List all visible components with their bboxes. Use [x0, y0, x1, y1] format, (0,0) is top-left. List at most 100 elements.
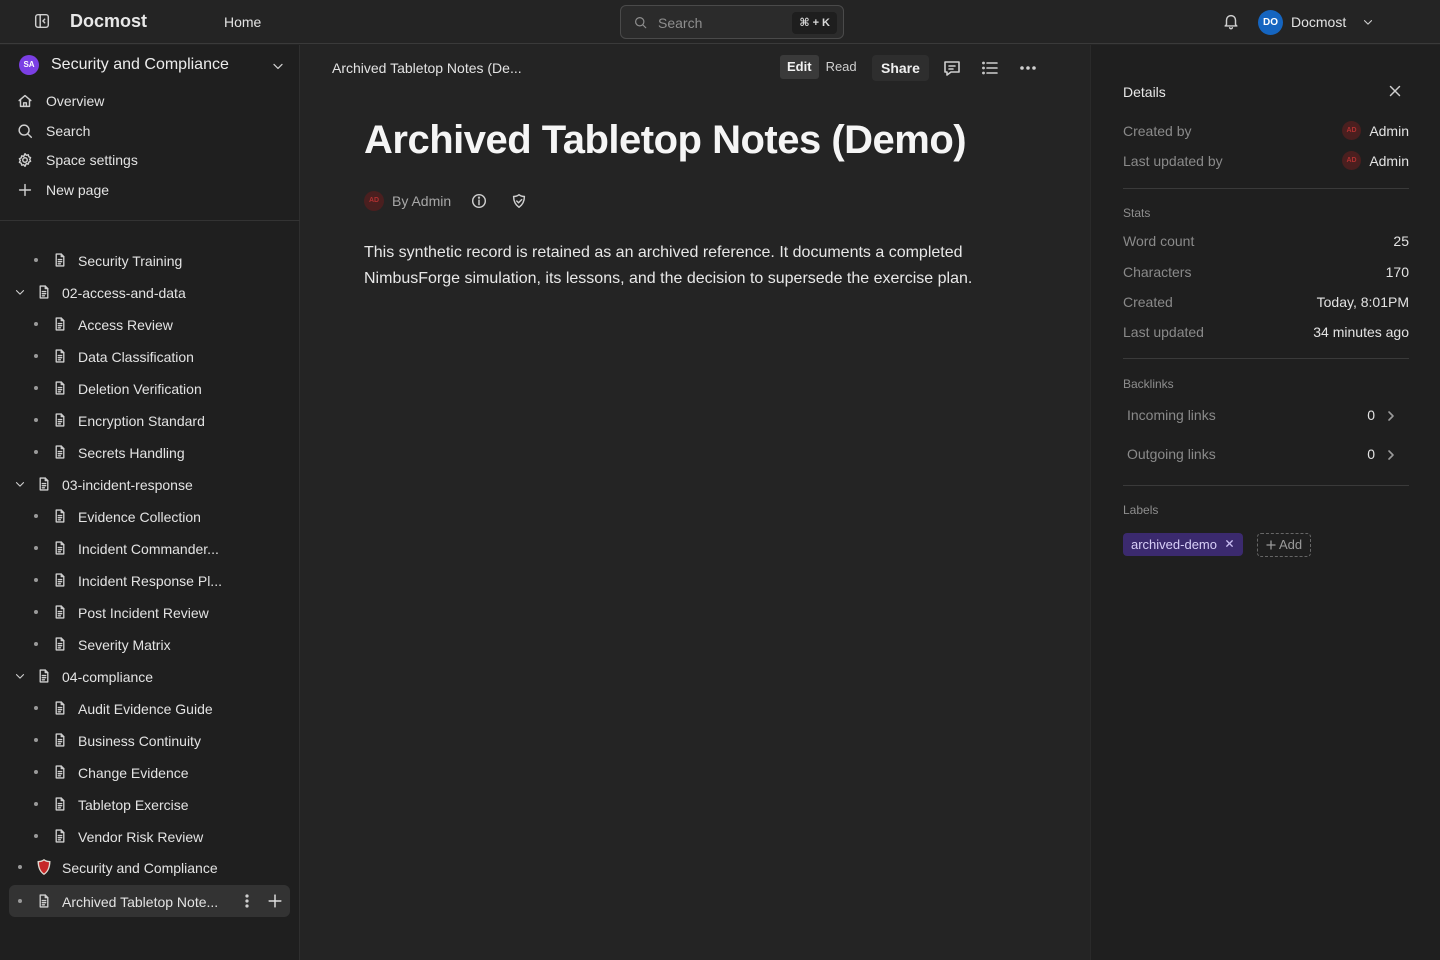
document-icon — [55, 573, 65, 587]
tree-item[interactable]: Business Continuity — [0, 725, 300, 755]
tree-bullet — [34, 770, 38, 774]
more-options-icon[interactable] — [1018, 58, 1038, 78]
tree-item[interactable]: Data Classification — [0, 341, 300, 371]
updated-by-label: Last updated by — [1123, 153, 1223, 169]
chevron-right-icon — [1388, 450, 1394, 460]
sidebar-item-search[interactable]: Search — [0, 117, 300, 145]
user-avatar[interactable]: DO — [1258, 10, 1283, 35]
tree-bullet — [34, 322, 38, 326]
tree-bullet — [34, 610, 38, 614]
tree-item[interactable]: Evidence Collection — [0, 501, 300, 531]
space-name: Security and Compliance — [51, 56, 229, 73]
page-menu-icon[interactable] — [238, 892, 256, 910]
chevron-down-icon[interactable] — [13, 669, 27, 683]
page-body[interactable]: This synthetic record is retained as an … — [364, 240, 1014, 292]
created-by-row: Created by AD Admin — [1123, 121, 1409, 141]
tree-bullet — [34, 514, 38, 518]
tree-item[interactable]: Encryption Standard — [0, 405, 300, 435]
tree-item-label: Post Incident Review — [78, 605, 209, 621]
tree-item-label: Evidence Collection — [78, 509, 201, 525]
space-switcher[interactable]: SA Security and Compliance — [0, 45, 300, 85]
shield-icon[interactable] — [510, 192, 528, 210]
sidebar: SA Security and Compliance Overview Sear… — [0, 45, 300, 960]
search-input[interactable]: Search ⌘ + K — [620, 5, 844, 39]
tree-item[interactable]: Tabletop Exercise — [0, 789, 300, 819]
tree-bullet — [34, 386, 38, 390]
document-icon — [55, 605, 65, 619]
tree-item-label: Business Continuity — [78, 733, 201, 749]
characters-row: Characters 170 — [1123, 262, 1409, 282]
tree-item[interactable]: Vendor Risk Review — [0, 821, 300, 851]
tree-item-label: 03-incident-response — [62, 477, 193, 493]
edit-mode-button[interactable]: Edit — [780, 55, 819, 79]
chevron-down-icon[interactable] — [1361, 15, 1375, 29]
tree-item[interactable]: Post Incident Review — [0, 597, 300, 627]
tree-item-label: Vendor Risk Review — [78, 829, 204, 845]
tree-item[interactable]: Incident Response Pl... — [0, 565, 300, 595]
document-icon — [39, 669, 49, 683]
sidebar-toggle-icon[interactable] — [33, 12, 51, 30]
chevron-down-icon[interactable] — [13, 477, 27, 491]
mode-toggle: Edit Read — [780, 55, 864, 81]
tree-item-label: Change Evidence — [78, 765, 189, 781]
read-mode-button[interactable]: Read — [819, 55, 864, 79]
outgoing-links-label: Outgoing links — [1127, 446, 1216, 462]
created-row: Created Today, 8:01PM — [1123, 292, 1409, 312]
tree-item[interactable]: Security and Compliance — [0, 852, 300, 882]
page-title[interactable]: Archived Tabletop Notes (Demo) — [364, 118, 967, 163]
created-value: Today, 8:01PM — [1316, 294, 1409, 310]
chevron-down-icon — [273, 63, 283, 70]
tree-item[interactable]: Change Evidence — [0, 757, 300, 787]
document-icon — [55, 733, 65, 747]
stats-heading: Stats — [1123, 206, 1151, 220]
tree-bullet — [18, 865, 22, 869]
remove-label-icon[interactable] — [1224, 538, 1235, 549]
tree-item-label: Security Training — [78, 253, 183, 269]
table-of-contents-icon[interactable] — [980, 58, 1000, 78]
user-menu-name[interactable]: Docmost — [1291, 14, 1346, 30]
search-icon — [18, 124, 33, 139]
sidebar-item-space-settings[interactable]: Space settings — [0, 146, 300, 174]
close-icon[interactable] — [1386, 82, 1404, 100]
info-icon[interactable] — [470, 192, 488, 210]
tree-item[interactable]: Secrets Handling — [0, 437, 300, 467]
home-link[interactable]: Home — [224, 14, 261, 30]
tree-item[interactable]: Deletion Verification — [0, 373, 300, 403]
tree-item-label: Security and Compliance — [62, 860, 218, 876]
tree-item[interactable]: Access Review — [0, 309, 300, 339]
document-icon — [55, 509, 65, 523]
label-chip[interactable]: archived-demo — [1123, 533, 1243, 556]
tree-item[interactable]: Security Training — [0, 245, 300, 275]
tree-item-label: Secrets Handling — [78, 445, 185, 461]
tree-item[interactable]: Incident Commander... — [0, 533, 300, 563]
top-bar: Docmost Home Search ⌘ + K DO Docmost — [0, 0, 1440, 44]
breadcrumb[interactable]: Archived Tabletop Notes (De... — [332, 60, 522, 76]
incoming-links-row[interactable]: Incoming links 0 — [1123, 399, 1409, 433]
panel-divider — [1123, 188, 1409, 189]
tree-item[interactable]: Severity Matrix — [0, 629, 300, 659]
comment-icon[interactable] — [942, 58, 962, 78]
document-icon — [55, 701, 65, 715]
tree-item[interactable]: Audit Evidence Guide — [0, 693, 300, 723]
tree-item[interactable]: Archived Tabletop Note... — [0, 885, 300, 917]
chevron-down-icon[interactable] — [13, 285, 27, 299]
bell-icon[interactable] — [1222, 12, 1240, 30]
tree-item[interactable]: 03-incident-response — [0, 469, 300, 499]
document-icon — [55, 381, 65, 395]
document-icon — [55, 765, 65, 779]
outgoing-links-row[interactable]: Outgoing links 0 — [1123, 438, 1409, 472]
shield-emoji-icon — [37, 859, 51, 875]
characters-label: Characters — [1123, 264, 1192, 280]
tree-item[interactable]: 02-access-and-data — [0, 277, 300, 307]
document-icon — [55, 253, 65, 267]
add-label-button[interactable]: Add — [1257, 533, 1312, 557]
tree-item[interactable]: 04-compliance — [0, 661, 300, 691]
brand-logo[interactable]: Docmost — [70, 11, 147, 32]
add-subpage-icon[interactable] — [266, 892, 284, 910]
backlinks-heading: Backlinks — [1123, 377, 1174, 391]
sidebar-item-overview[interactable]: Overview — [0, 87, 300, 115]
share-button[interactable]: Share — [872, 55, 929, 81]
chevron-right-icon — [1388, 411, 1394, 421]
sidebar-item-new-page[interactable]: New page — [0, 176, 300, 204]
updated-by-value: Admin — [1369, 153, 1409, 169]
